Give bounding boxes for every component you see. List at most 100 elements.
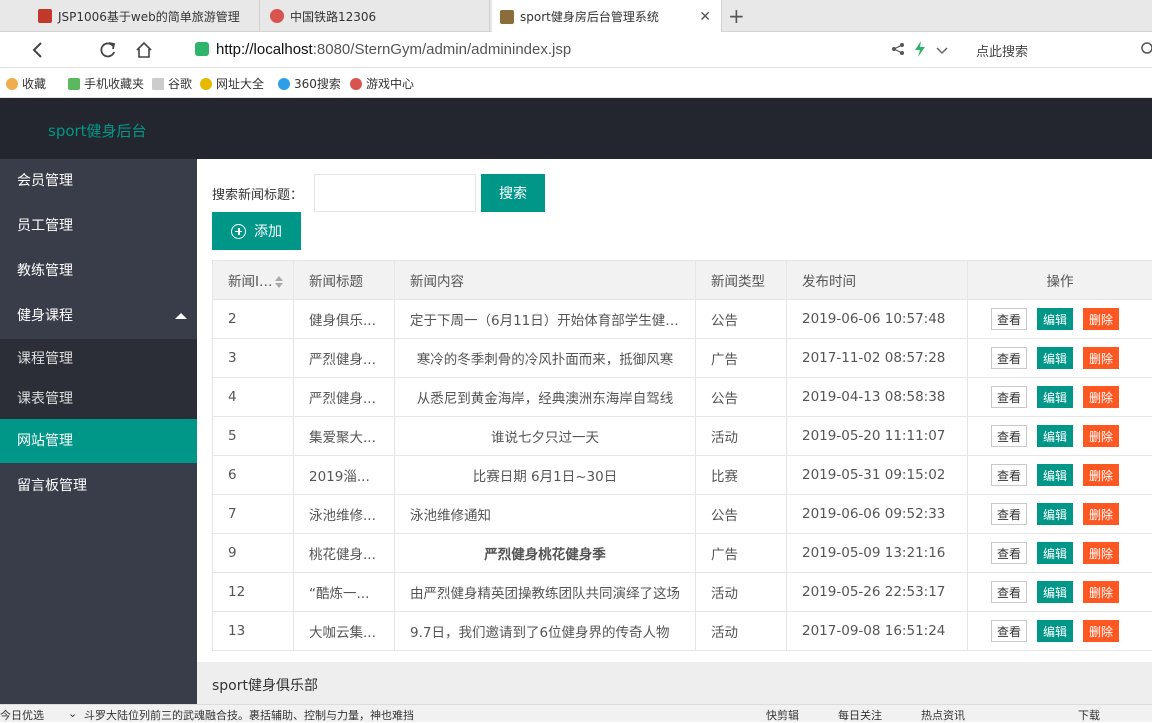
view-button[interactable]: 查看: [991, 347, 1027, 369]
view-button[interactable]: 查看: [991, 386, 1027, 408]
cell-title: 桃花健身...: [294, 534, 395, 573]
edit-button[interactable]: 编辑: [1037, 581, 1073, 603]
bookmark-label: 收藏: [22, 75, 46, 92]
cell-time: 2017-11-02 08:57:28: [787, 339, 968, 378]
bookmark-directory[interactable]: 网址大全: [200, 75, 264, 92]
cell-content: 由严烈健身精英团操教练团队共同演绎了这场: [395, 573, 696, 612]
cell-content: 寒冷的冬季刺骨的冷风扑面而来，抵御风寒: [395, 339, 696, 378]
sidebar-submenu: 课程管理 课表管理: [0, 339, 197, 419]
sidebar-item-coaches[interactable]: 教练管理: [0, 249, 197, 293]
bookmark-360-search[interactable]: 360搜索: [278, 75, 341, 92]
lightning-icon[interactable]: [914, 41, 926, 61]
view-button[interactable]: 查看: [991, 308, 1027, 330]
table-row: 12“酷炼一...由严烈健身精英团操教练团队共同演绎了这场活动2019-05-2…: [213, 573, 1152, 612]
delete-button[interactable]: 删除: [1083, 503, 1119, 525]
main-content: 搜索新闻标题： 搜索 添加 新闻ID 新闻标题 新闻内容 新闻类型 发布时间 操…: [197, 159, 1152, 662]
column-header-label: 新闻ID: [228, 274, 272, 290]
bookmark-favorites[interactable]: 收藏: [6, 75, 46, 92]
sidebar-item-staff[interactable]: 员工管理: [0, 204, 197, 248]
sidebar-item-course-management[interactable]: 课程管理: [0, 339, 197, 379]
delete-button[interactable]: 删除: [1083, 581, 1119, 603]
cell-content: 谁说七夕只过一天: [395, 417, 696, 456]
delete-button[interactable]: 删除: [1083, 425, 1119, 447]
cell-id: 12: [213, 573, 294, 612]
sidebar-item-message-board[interactable]: 留言板管理: [0, 464, 197, 508]
edit-button[interactable]: 编辑: [1037, 425, 1073, 447]
status-quick-edit[interactable]: 快剪辑: [766, 707, 799, 723]
sidebar-item-fitness-courses[interactable]: 健身课程: [0, 294, 197, 338]
sidebar-item-schedule-management[interactable]: 课表管理: [0, 379, 197, 419]
cell-actions: 查看编辑删除: [968, 456, 1152, 495]
browser-tab-3[interactable]: sport健身房后台管理系统 ✕: [492, 0, 722, 33]
cell-type: 比赛: [696, 456, 787, 495]
edit-button[interactable]: 编辑: [1037, 620, 1073, 642]
share-icon[interactable]: [891, 42, 905, 60]
sidebar-item-website-management[interactable]: 网站管理: [0, 419, 197, 463]
secure-shield-icon: [195, 42, 209, 56]
bookmark-games[interactable]: 游戏中心: [350, 75, 414, 92]
edit-button[interactable]: 编辑: [1037, 464, 1073, 486]
browser-tab-bar: JSP1006基于web的简单旅游管理 中国铁路12306 sport健身房后台…: [0, 0, 1152, 32]
edit-button[interactable]: 编辑: [1037, 503, 1073, 525]
status-news-ticker[interactable]: 斗罗大陆位列前三的武魂融合技。裹括辅助、控制与力量，神也难挡: [84, 707, 414, 723]
add-button[interactable]: 添加: [212, 212, 301, 250]
search-input[interactable]: [314, 174, 476, 212]
new-tab-button[interactable]: +: [728, 4, 745, 28]
edit-button[interactable]: 编辑: [1037, 308, 1073, 330]
cell-type: 公告: [696, 300, 787, 339]
cell-title: 严烈健身...: [294, 378, 395, 417]
status-today-pick[interactable]: 今日优选: [0, 707, 44, 723]
chevron-down-icon[interactable]: ⌄: [68, 707, 77, 720]
delete-button[interactable]: 删除: [1083, 464, 1119, 486]
bookmark-mobile[interactable]: 手机收藏夹: [68, 75, 144, 92]
bookmark-label: 网址大全: [216, 75, 264, 92]
tab-close-icon[interactable]: ✕: [699, 9, 711, 25]
cell-id: 6: [213, 456, 294, 495]
cell-type: 公告: [696, 495, 787, 534]
status-download[interactable]: 下载: [1078, 707, 1100, 723]
table-row: 7泳池维修...泳池维修通知公告2019-06-06 09:52:33查看编辑删…: [213, 495, 1152, 534]
tab-title: sport健身房后台管理系统: [520, 8, 659, 25]
cell-title: “酷炼一...: [294, 573, 395, 612]
browser-tab-1[interactable]: JSP1006基于web的简单旅游管理: [30, 0, 260, 32]
tab-title: JSP1006基于web的简单旅游管理: [58, 8, 240, 25]
view-button[interactable]: 查看: [991, 542, 1027, 564]
browser-tab-2[interactable]: 中国铁路12306: [262, 0, 490, 32]
url-field[interactable]: http://localhost:8080/SternGym/admin/adm…: [216, 41, 571, 58]
cell-id: 5: [213, 417, 294, 456]
status-hot-news[interactable]: 热点资讯: [921, 707, 965, 723]
view-button[interactable]: 查看: [991, 503, 1027, 525]
edit-button[interactable]: 编辑: [1037, 347, 1073, 369]
address-bar: http://localhost:8080/SternGym/admin/adm…: [0, 32, 1152, 68]
edit-button[interactable]: 编辑: [1037, 386, 1073, 408]
column-header-id[interactable]: 新闻ID: [213, 261, 294, 300]
sort-icon[interactable]: [275, 276, 283, 288]
globe-icon: [200, 78, 212, 90]
cell-title: 集爱聚大...: [294, 417, 395, 456]
reload-icon[interactable]: [96, 38, 120, 62]
home-icon[interactable]: [132, 38, 156, 62]
delete-button[interactable]: 删除: [1083, 308, 1119, 330]
sidebar-item-members[interactable]: 会员管理: [0, 159, 197, 203]
chevron-down-icon[interactable]: [936, 44, 948, 59]
delete-button[interactable]: 删除: [1083, 620, 1119, 642]
delete-button[interactable]: 删除: [1083, 386, 1119, 408]
search-icon[interactable]: [1140, 42, 1152, 60]
app-logo[interactable]: sport健身后台: [48, 120, 147, 141]
page-icon: [152, 78, 164, 90]
search-label: 搜索新闻标题：: [212, 184, 303, 203]
view-button[interactable]: 查看: [991, 581, 1027, 603]
back-icon[interactable]: [26, 38, 50, 62]
url-path: :8080/SternGym/admin/adminindex.jsp: [313, 41, 571, 58]
delete-button[interactable]: 删除: [1083, 542, 1119, 564]
view-button[interactable]: 查看: [991, 425, 1027, 447]
view-button[interactable]: 查看: [991, 464, 1027, 486]
search-button[interactable]: 搜索: [481, 174, 545, 212]
cell-type: 活动: [696, 573, 787, 612]
view-button[interactable]: 查看: [991, 620, 1027, 642]
search-hint[interactable]: 点此搜索: [976, 41, 1028, 60]
bookmark-google[interactable]: 谷歌: [152, 75, 192, 92]
edit-button[interactable]: 编辑: [1037, 542, 1073, 564]
delete-button[interactable]: 删除: [1083, 347, 1119, 369]
status-daily-focus[interactable]: 每日关注: [838, 707, 882, 723]
